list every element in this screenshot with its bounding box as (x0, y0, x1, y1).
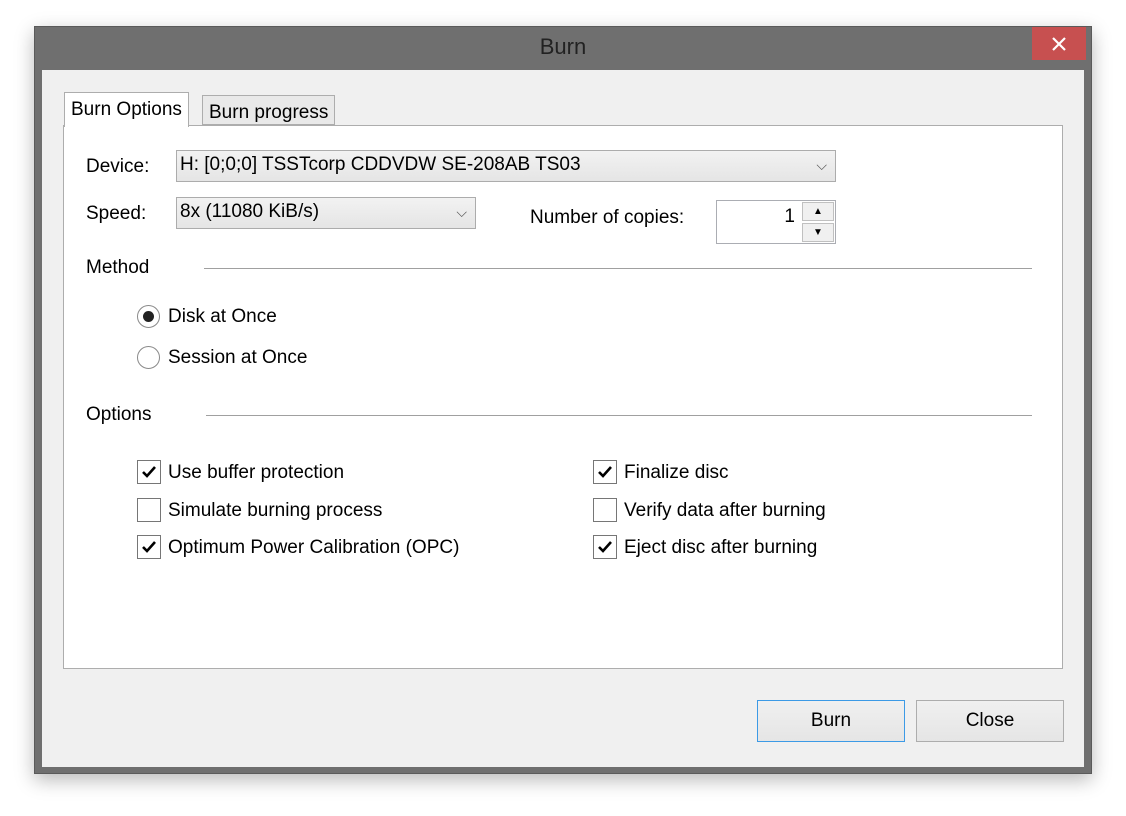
method-heading: Method (86, 257, 150, 278)
window-close-button[interactable] (1032, 27, 1086, 60)
device-value: H: [0;0;0] TSSTcorp CDDVDW SE-208AB TS03 (180, 154, 581, 175)
tab-burn-progress[interactable]: Burn progress (202, 95, 336, 125)
checkbox-label[interactable]: Optimum Power Calibration (OPC) (168, 537, 459, 559)
options-heading: Options (86, 404, 152, 425)
spin-up-button[interactable]: ▲ (802, 202, 834, 221)
checkbox-verify-data[interactable] (593, 498, 617, 522)
burn-options-panel: Device: H: [0;0;0] TSSTcorp CDDVDW SE-20… (63, 125, 1063, 669)
checkbox-eject-disc[interactable] (593, 535, 617, 559)
tab-burn-options[interactable]: Burn Options (64, 92, 189, 127)
device-select[interactable]: H: [0;0;0] TSSTcorp CDDVDW SE-208AB TS03… (176, 150, 836, 182)
burn-button[interactable]: Burn (757, 700, 905, 742)
checkmark-icon (598, 541, 612, 553)
options-divider (206, 415, 1032, 416)
dialog-client-area: Burn Options Burn progress Device: H: [0… (42, 70, 1084, 767)
spin-down-button[interactable]: ▼ (802, 223, 834, 242)
checkbox-label[interactable]: Eject disc after burning (624, 537, 817, 559)
device-label: Device: (86, 156, 150, 177)
copies-spinner[interactable]: 1 ▲ ▼ (716, 200, 836, 244)
chevron-down-icon: ⌵ (816, 157, 827, 173)
radio-disk-at-once[interactable] (137, 305, 160, 328)
radio-label-session-at-once[interactable]: Session at Once (168, 347, 307, 369)
triangle-down-icon: ▼ (813, 227, 823, 238)
title-bar[interactable]: Burn (35, 27, 1091, 70)
checkbox-label[interactable]: Verify data after burning (624, 500, 826, 522)
checkbox-finalize-disc[interactable] (593, 460, 617, 484)
speed-value: 8x (11080 KiB/s) (180, 201, 320, 222)
checkbox-buffer-protection[interactable] (137, 460, 161, 484)
speed-select[interactable]: 8x (11080 KiB/s) ⌵ (176, 197, 476, 229)
checkbox-opc[interactable] (137, 535, 161, 559)
radio-label-disk-at-once[interactable]: Disk at Once (168, 306, 277, 328)
copies-value: 1 (784, 206, 795, 227)
speed-label: Speed: (86, 203, 147, 224)
copies-label: Number of copies: (530, 207, 685, 228)
checkbox-label[interactable]: Finalize disc (624, 462, 729, 484)
close-button[interactable]: Close (916, 700, 1064, 742)
triangle-up-icon: ▲ (813, 206, 823, 217)
burn-dialog: Burn Burn Options Burn progress Device: … (34, 26, 1092, 774)
checkbox-label[interactable]: Use buffer protection (168, 462, 344, 484)
checkbox-label[interactable]: Simulate burning process (168, 500, 382, 522)
radio-session-at-once[interactable] (137, 346, 160, 369)
close-icon (1052, 36, 1066, 51)
checkmark-icon (598, 466, 612, 478)
checkbox-simulate-burning[interactable] (137, 498, 161, 522)
chevron-down-icon: ⌵ (456, 204, 467, 220)
checkmark-icon (142, 541, 156, 553)
window-title: Burn (539, 34, 587, 59)
radio-selected-dot (143, 311, 154, 322)
checkmark-icon (142, 466, 156, 478)
method-divider (204, 268, 1032, 269)
